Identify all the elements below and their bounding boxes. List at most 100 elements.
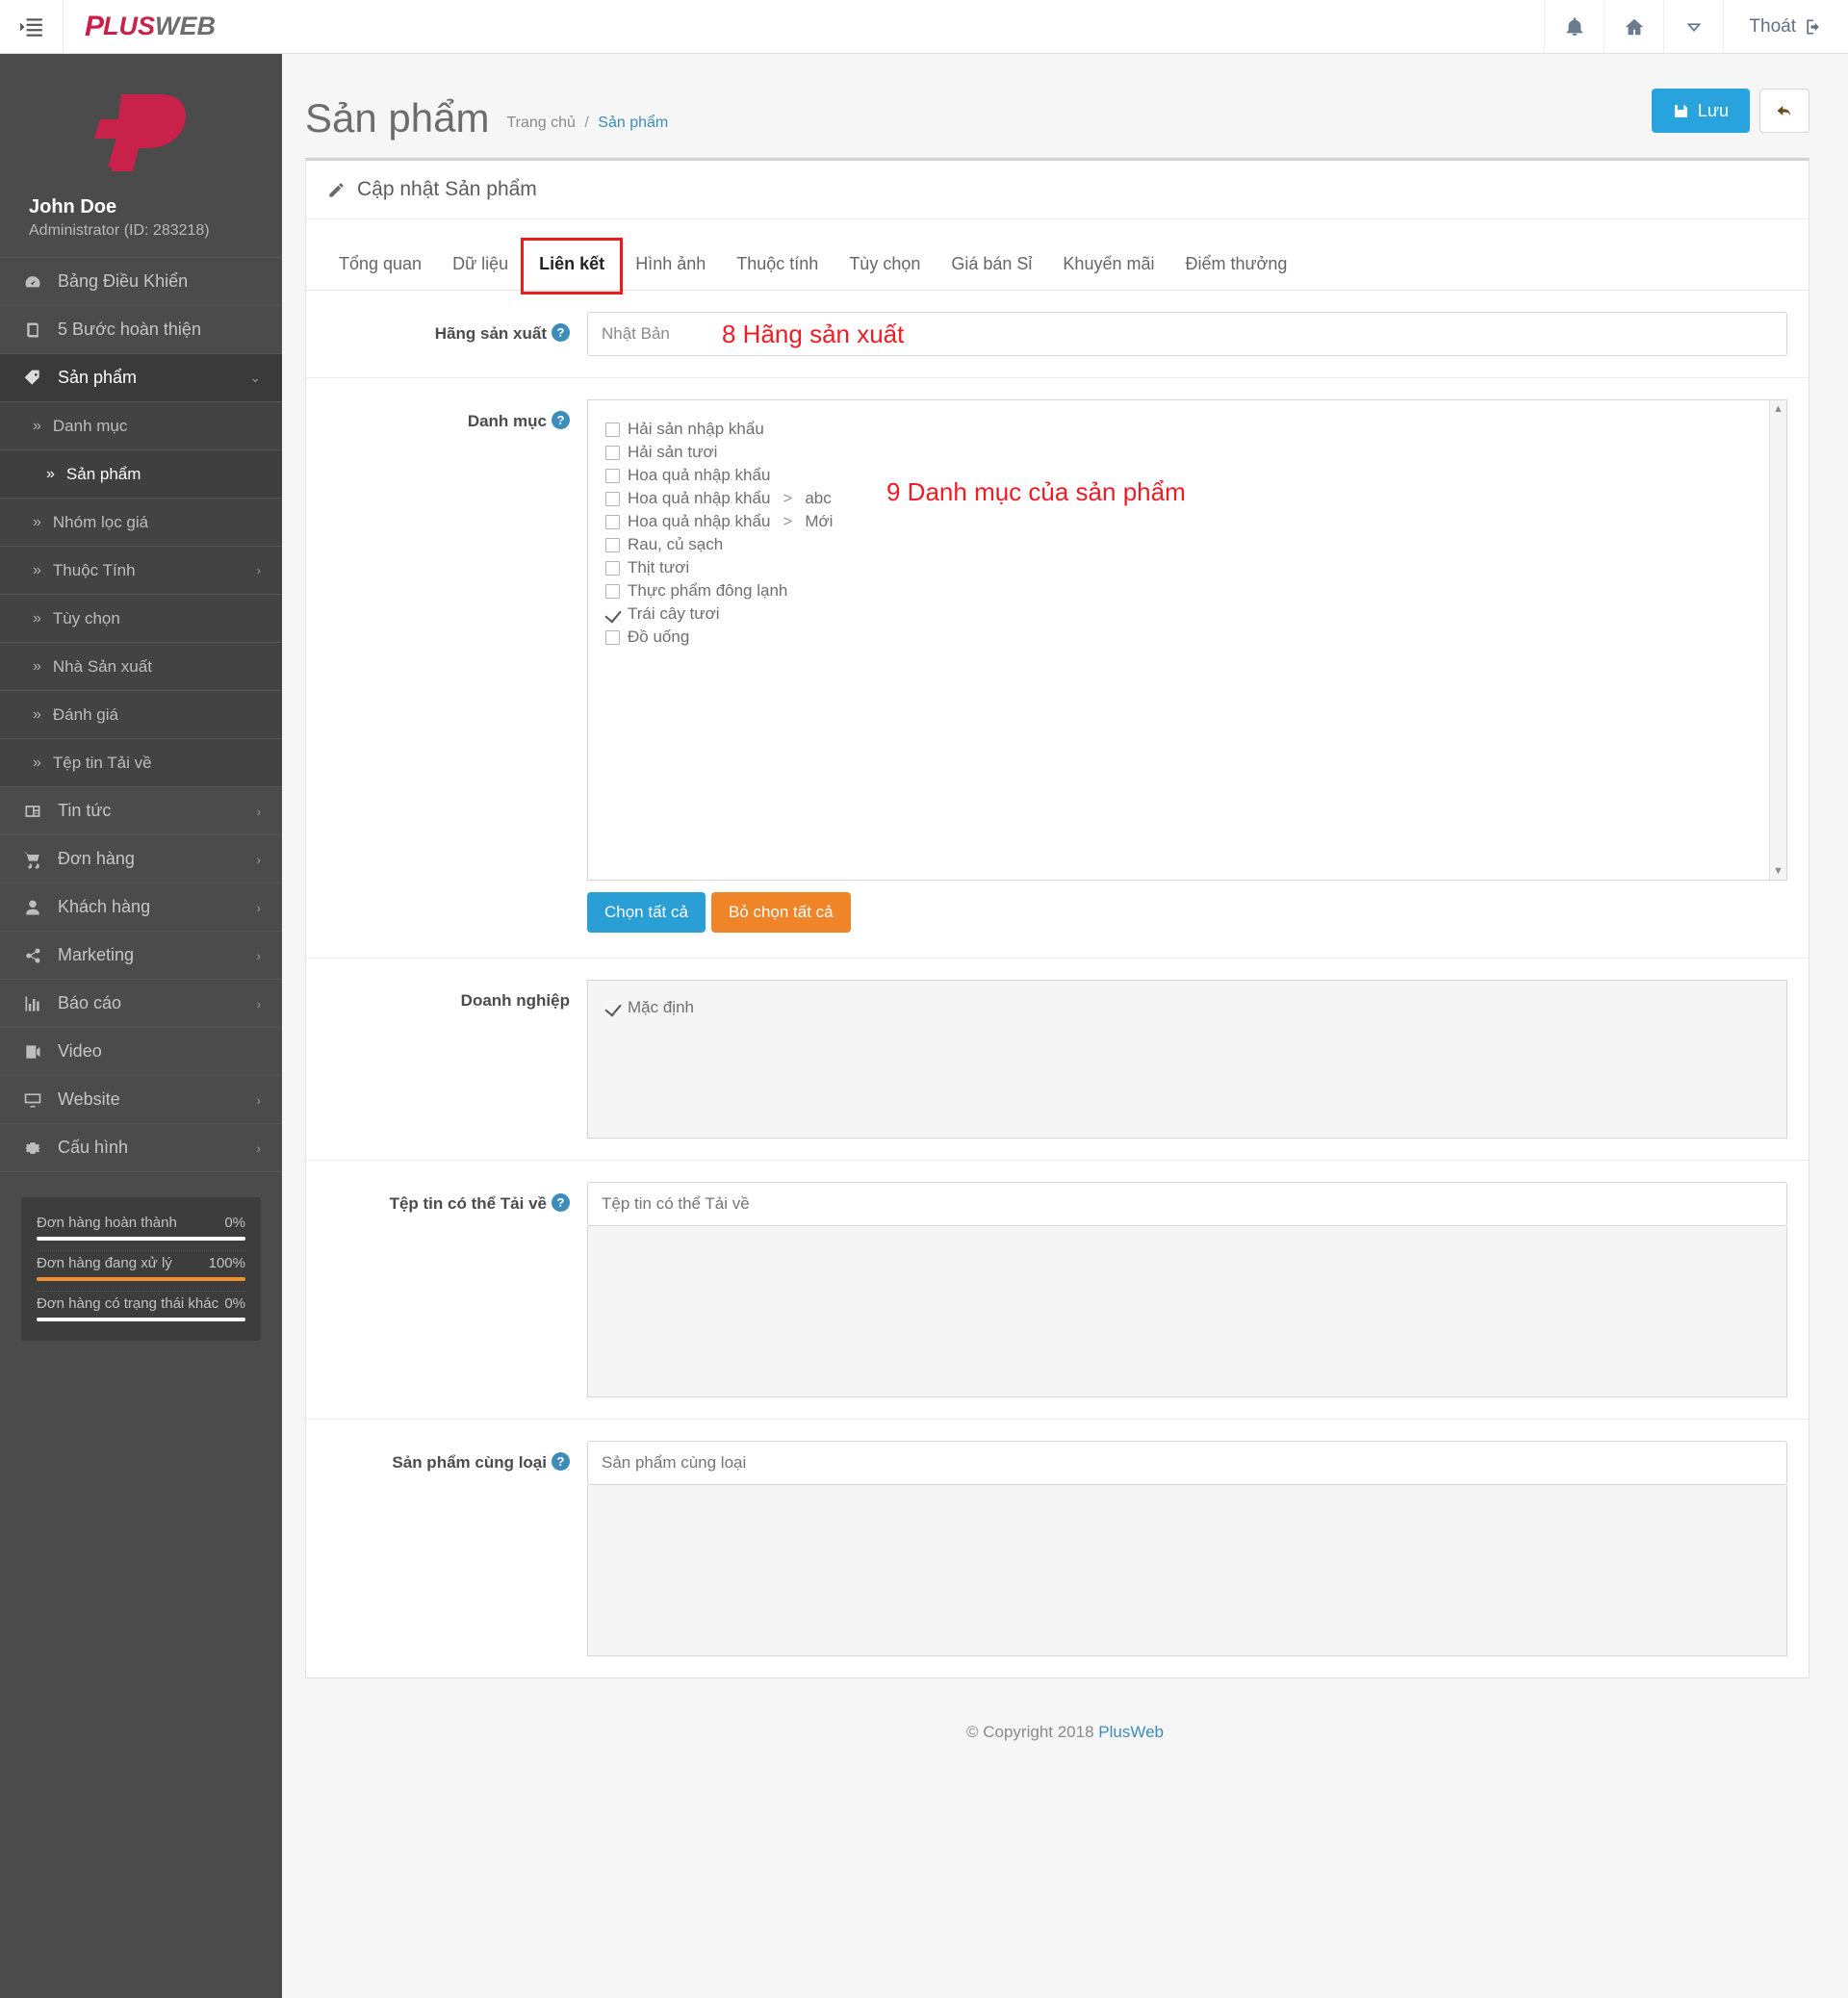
progress-row: Đơn hàng có trạng thái khác 0% (37, 1292, 245, 1331)
progress-fill (37, 1277, 245, 1281)
help-icon[interactable]: ? (552, 1452, 570, 1471)
checkbox-icon[interactable] (605, 445, 620, 460)
category-scrollbar[interactable]: ▲ ▼ (1769, 400, 1786, 880)
sidebar-sub-label: Danh mục (52, 416, 128, 435)
category-option[interactable]: Thịt tươi (605, 556, 1769, 579)
help-icon[interactable]: ? (552, 411, 570, 429)
sidebar-sub-label: Đánh giá (52, 704, 118, 724)
sidebar-item-marketing[interactable]: Marketing › (0, 932, 282, 980)
checkbox-icon[interactable] (605, 629, 620, 645)
category-option-label: Hoa quả nhập khẩu (628, 512, 771, 530)
tab-khuyen-mai[interactable]: Khuyến mãi (1047, 244, 1169, 290)
category-option[interactable]: Hải sản tươi (605, 441, 1769, 464)
tab-du-lieu[interactable]: Dữ liệu (437, 244, 524, 290)
related-input[interactable] (587, 1441, 1787, 1485)
checkbox-icon[interactable] (605, 491, 620, 506)
category-listbox[interactable]: Hải sản nhập khẩu Hải sản tươi Hoa quả n… (587, 399, 1787, 881)
category-option-label: Hải sản nhập khẩu (628, 420, 764, 438)
category-option[interactable]: Hoa quả nhập khẩu (605, 464, 1769, 487)
sidebar-item-tuy-chon[interactable]: » Tùy chọn (0, 595, 282, 643)
progress-row: Đơn hàng hoàn thành 0% (37, 1211, 245, 1251)
select-all-button[interactable]: Chọn tất cả (587, 892, 706, 933)
tab-bar: Tổng quan Dữ liệu Liên kết Hình ảnh Thuộ… (306, 219, 1809, 295)
sidebar-toggle-icon[interactable] (0, 0, 64, 53)
category-option[interactable]: Đồ uống (605, 626, 1769, 649)
sidebar-item-don-hang[interactable]: Đơn hàng › (0, 835, 282, 884)
tab-lien-ket[interactable]: Liên kết (521, 238, 624, 295)
manufacturer-input[interactable] (587, 312, 1787, 356)
back-button[interactable] (1759, 89, 1810, 133)
scroll-up-icon[interactable]: ▲ (1770, 400, 1786, 418)
checkbox-icon[interactable] (605, 468, 620, 483)
checkbox-icon[interactable] (605, 560, 620, 576)
tab-gia-ban-si[interactable]: Giá bán Sỉ (936, 244, 1047, 290)
breadcrumb-current[interactable]: Sản phẩm (598, 115, 668, 131)
category-option[interactable]: Thực phẩm đông lạnh (605, 579, 1769, 602)
tab-tong-quan[interactable]: Tổng quan (323, 244, 437, 290)
checkbox-checked-icon[interactable] (605, 1000, 620, 1015)
tab-hinh-anh[interactable]: Hình ảnh (620, 244, 721, 290)
sidebar-item-cau-hinh[interactable]: Cấu hình › (0, 1124, 282, 1172)
bell-icon[interactable] (1544, 0, 1604, 53)
downloads-input[interactable] (587, 1182, 1787, 1226)
save-button-label: Lưu (1697, 100, 1729, 120)
sidebar-item-nhom-loc-gia[interactable]: » Nhóm lọc giá (0, 499, 282, 547)
breadcrumb-home[interactable]: Trang chủ (506, 115, 575, 131)
business-field: Mặc định (587, 980, 1787, 1139)
category-option[interactable]: Hoa quả nhập khẩu > Mới (605, 510, 1769, 533)
business-option[interactable]: Mặc định (605, 996, 1769, 1019)
sidebar-label: Khách hàng (58, 897, 151, 916)
help-icon[interactable]: ? (552, 1193, 570, 1212)
sidebar-item-products[interactable]: Sản phẩm ⌄ (0, 354, 282, 402)
sidebar-profile: John Doe Administrator (ID: 283218) (0, 54, 282, 257)
sidebar: John Doe Administrator (ID: 283218) Bảng… (0, 54, 282, 1998)
chevron-right-icon: » (33, 609, 41, 627)
save-button[interactable]: Lưu (1651, 89, 1750, 133)
checkbox-checked-icon[interactable] (605, 606, 620, 622)
sidebar-label: Bảng Điều Khiển (58, 271, 189, 291)
category-option[interactable]: Rau, củ sạch (605, 533, 1769, 556)
sidebar-item-danh-muc[interactable]: » Danh mục (0, 402, 282, 450)
sidebar-item-dashboard[interactable]: Bảng Điều Khiển (0, 258, 282, 306)
tab-thuoc-tinh[interactable]: Thuộc tính (721, 244, 834, 290)
business-listbox[interactable]: Mặc định (587, 980, 1787, 1139)
progress-fill (37, 1318, 245, 1321)
sidebar-item-bao-cao[interactable]: Báo cáo › (0, 980, 282, 1028)
category-option[interactable]: Hoa quả nhập khẩu > abc (605, 487, 1769, 510)
sidebar-item-steps[interactable]: 5 Bước hoàn thiện (0, 306, 282, 354)
category-field: Hải sản nhập khẩu Hải sản tươi Hoa quả n… (587, 399, 1787, 881)
sidebar-item-website[interactable]: Website › (0, 1076, 282, 1124)
help-icon[interactable]: ? (552, 323, 570, 342)
brand-logo[interactable]: P LUS WEB (64, 0, 237, 53)
footer-brand-link[interactable]: PlusWeb (1098, 1723, 1164, 1741)
breadcrumb: Trang chủ / Sản phẩm (506, 115, 668, 139)
sidebar-item-tep-tin-tai-ve[interactable]: » Tệp tin Tải về (0, 739, 282, 787)
chevron-right-icon: › (256, 803, 261, 819)
tab-diem-thuong[interactable]: Điểm thưởng (1169, 244, 1302, 290)
checkbox-icon[interactable] (605, 514, 620, 529)
chevron-right-icon: » (33, 705, 41, 723)
sidebar-item-thuoc-tinh[interactable]: » Thuộc Tính › (0, 547, 282, 595)
logout-button[interactable]: Thoát (1723, 0, 1848, 53)
sidebar-item-video[interactable]: Video (0, 1028, 282, 1076)
category-option[interactable]: Hải sản nhập khẩu (605, 418, 1769, 441)
checkbox-icon[interactable] (605, 422, 620, 437)
category-option[interactable]: Trái cây tươi (605, 602, 1769, 626)
sidebar-item-tin-tuc[interactable]: Tin tức › (0, 787, 282, 835)
unselect-all-button[interactable]: Bỏ chọn tất cả (710, 892, 851, 933)
chevron-right-icon: › (256, 995, 261, 1012)
checkbox-icon[interactable] (605, 583, 620, 599)
sidebar-item-khach-hang[interactable]: Khách hàng › (0, 884, 282, 932)
home-icon[interactable] (1604, 0, 1663, 53)
sidebar-item-san-pham[interactable]: » Sản phẩm (0, 450, 282, 499)
sidebar-toggle-glyph (19, 17, 42, 37)
sidebar-item-nha-san-xuat[interactable]: » Nhà Sản xuất (0, 643, 282, 691)
logo-p-icon: P (85, 10, 104, 42)
tab-tuy-chon[interactable]: Tùy chọn (834, 244, 936, 290)
sidebar-item-danh-gia[interactable]: » Đánh giá (0, 691, 282, 739)
downloads-row: Tệp tin có thể Tải về? (306, 1161, 1809, 1420)
downloads-field (587, 1182, 1787, 1397)
scroll-down-icon[interactable]: ▼ (1770, 862, 1786, 880)
checkbox-icon[interactable] (605, 537, 620, 552)
chevron-down-icon[interactable] (1663, 0, 1723, 53)
